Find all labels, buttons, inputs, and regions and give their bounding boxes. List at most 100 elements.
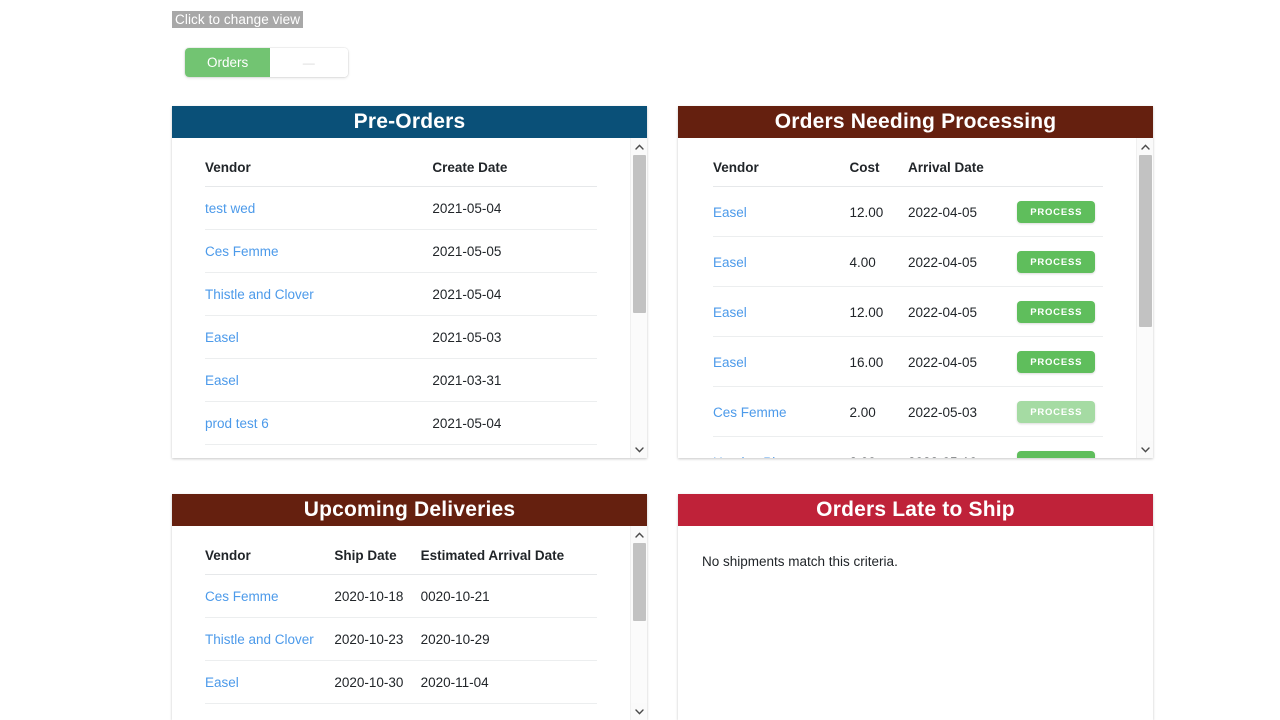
vendor-link[interactable]: Ces Femme [205,589,279,604]
vendor-link[interactable]: Easel [713,255,747,270]
table-cell: 2020-11-04 [420,660,597,704]
table-cell: 2022-05-03 [908,386,1018,437]
action-cell: PROCESS [1017,436,1103,458]
process-button[interactable]: PROCESS [1017,301,1096,323]
table-row: Easel 16.00 2022-04-05 PROCESS [713,336,1103,387]
vendor-cell[interactable]: Easel [713,186,850,237]
orders-late-to-ship-panel: Orders Late to Ship No shipments match t… [678,494,1153,720]
action-cell: PROCESS [1017,386,1103,437]
pre-orders-header: Pre-Orders [172,106,647,138]
table-header-row: Vendor Cost Arrival Date [713,138,1103,187]
table-cell: 16.00 [849,336,908,387]
vendor-cell[interactable]: Thistle and Clover [205,617,335,661]
process-button[interactable]: PROCESS [1017,451,1096,458]
scroll-up-arrow-icon[interactable] [631,138,647,155]
vendor-cell[interactable]: Thistle and Clover [205,272,433,316]
view-toggle-group[interactable]: Orders — [185,48,349,77]
scroll-up-arrow-icon[interactable] [1137,138,1153,155]
vendor-cell[interactable]: test wed [205,703,335,720]
vendor-link[interactable]: Easel [205,330,239,345]
vendor-cell[interactable]: Easel [713,286,850,337]
vendor-cell[interactable]: Easel [205,660,335,704]
table-row: Thistle and Clover 2020-10-23 2020-10-29 [205,617,597,661]
upcoming-deliveries-panel: Upcoming Deliveries Vendor Ship Date Est… [172,494,647,720]
vendor-link[interactable]: Hayden Plus [713,455,790,459]
scrollbar-thumb[interactable] [633,543,646,621]
pre-orders-panel: Pre-Orders Vendor Create Date test wed 20… [172,106,647,458]
table-cell: 2021-05-05 [432,229,597,273]
vendor-link[interactable]: Ces Femme [713,405,787,420]
deliveries-scrollbar[interactable] [630,526,647,720]
vendor-cell[interactable]: Ces Femme [713,386,850,437]
column-header-create-date: Create Date [432,138,597,187]
vendor-cell[interactable]: Ces Femme [205,574,335,618]
scroll-up-arrow-icon[interactable] [631,526,647,543]
orders-needing-processing-header: Orders Needing Processing [678,106,1153,138]
column-header-estimated-arrival-date: Estimated Arrival Date [420,526,597,575]
process-button[interactable]: PROCESS [1017,351,1096,373]
orders-needing-processing-table: Vendor Cost Arrival Date Easel 12.00 2022-… [713,138,1103,458]
vendor-cell[interactable]: Easel [205,358,433,402]
scrollbar-thumb[interactable] [633,155,646,313]
table-row: Thistle and Clover 2021-05-04 [205,272,597,316]
vendor-cell[interactable]: test wed [205,186,433,230]
process-button[interactable]: PROCESS [1017,401,1096,423]
table-row: Easel 4.00 2022-04-05 PROCESS [713,236,1103,287]
action-cell: PROCESS [1017,236,1103,287]
vendor-cell[interactable]: Sears [205,444,433,458]
vendor-link[interactable]: Easel [713,205,747,220]
vendor-link[interactable]: prod test 6 [205,416,269,431]
scroll-down-arrow-icon[interactable] [1137,441,1153,458]
scroll-down-arrow-icon[interactable] [631,441,647,458]
deliveries-scroll-viewport: Vendor Ship Date Estimated Arrival Date … [172,526,630,720]
vendor-link[interactable]: test wed [205,201,255,216]
table-cell: 2022-04-05 [908,286,1018,337]
vendor-cell[interactable]: Easel [713,336,850,387]
table-cell: 2020-10-29 [420,617,597,661]
toggle-orders-button[interactable]: Orders [185,48,271,77]
vendor-link[interactable]: Easel [205,373,239,388]
column-header-vendor: Vendor [205,138,433,187]
scrollbar-thumb[interactable] [1139,155,1152,327]
vendor-cell[interactable]: Easel [205,315,433,359]
process-button[interactable]: PROCESS [1017,201,1096,223]
vendor-link[interactable]: Easel [713,305,747,320]
scrollbar-track[interactable] [631,155,647,441]
table-row: Hayden Plus 2.002022-05-10PROCESS [713,436,1103,459]
table-cell: 2020-12-20 [420,703,597,720]
table-cell: 2022-04-05 [908,186,1018,237]
vendor-link[interactable]: Easel [713,355,747,370]
table-cell: 2.00 [849,436,908,458]
table-header-row: Vendor Ship Date Estimated Arrival Date [205,526,597,575]
scroll-down-arrow-icon[interactable] [631,703,647,720]
upcoming-deliveries-table: Vendor Ship Date Estimated Arrival Date … [205,526,597,720]
scrollbar-track[interactable] [631,543,647,703]
vendor-link[interactable]: Ces Femme [205,244,279,259]
column-header-action [1017,138,1103,187]
vendor-cell[interactable]: Hayden Plus [713,436,850,459]
column-header-cost: Cost [849,138,908,187]
table-cell: 2021-05-04 [432,272,597,316]
scrollbar-track[interactable] [1137,155,1153,441]
pre-orders-scrollbar[interactable] [630,138,647,458]
table-cell: 2020-10-23 [334,617,421,661]
vendor-cell[interactable]: prod test 6 [205,401,433,445]
processing-scroll-viewport: Vendor Cost Arrival Date Easel 12.00 2022-… [678,138,1136,458]
table-cell: 2021-05-04 [432,186,597,230]
table-header-row: Vendor Create Date [205,138,597,187]
upcoming-deliveries-header: Upcoming Deliveries [172,494,647,526]
processing-scrollbar[interactable] [1136,138,1153,458]
vendor-link[interactable]: Thistle and Clover [205,287,314,302]
process-button[interactable]: PROCESS [1017,251,1096,273]
vendor-cell[interactable]: Easel [713,236,850,287]
table-cell: 2021-05-04 [432,401,597,445]
orders-late-to-ship-body: No shipments match this criteria. [678,526,1153,720]
toggle-secondary-button[interactable]: — [270,48,349,77]
table-cell: 12.00 [849,286,908,337]
vendor-cell[interactable]: Ces Femme [205,229,433,273]
vendor-link[interactable]: Thistle and Clover [205,632,314,647]
table-cell: 2021-03-31 [432,358,597,402]
table-cell: 2022-05-10 [908,436,1018,458]
vendor-link[interactable]: Easel [205,675,239,690]
table-row: prod test 6 2021-05-04 [205,401,597,445]
